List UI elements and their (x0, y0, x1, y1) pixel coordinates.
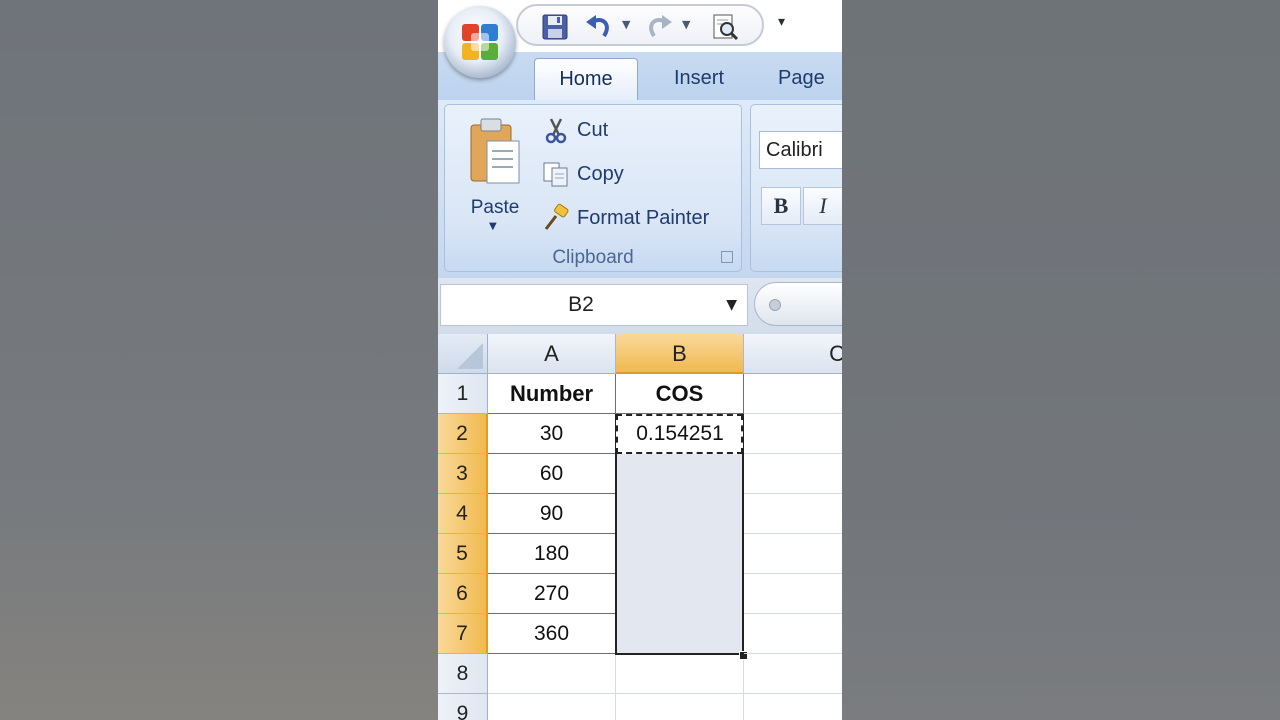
row-header-2[interactable]: 2 (438, 414, 488, 454)
left-background (0, 0, 438, 720)
tab-home[interactable]: Home (534, 58, 638, 100)
row-header-7[interactable]: 7 (438, 614, 488, 654)
cell-b2[interactable]: 0.154251 (616, 414, 744, 454)
cell-b8[interactable] (616, 654, 744, 694)
office-button[interactable] (444, 6, 516, 78)
cell-a8[interactable] (488, 654, 616, 694)
cell-a3[interactable]: 60 (488, 454, 616, 494)
tab-insert[interactable]: Insert (654, 58, 744, 100)
redo-icon[interactable] (644, 12, 674, 42)
row-header-6[interactable]: 6 (438, 574, 488, 614)
select-all-icon (457, 343, 483, 369)
redo-dropdown-icon[interactable]: ▼ (682, 18, 690, 31)
excel-window: ▼ ▼ ▾ Home Insert Page Paste ▼ Cut Copy … (438, 0, 842, 720)
clipboard-dialog-launcher-icon[interactable] (721, 251, 733, 263)
worksheet-grid: A B C 1 2 3 4 5 6 7 8 9 Number 30 60 90 … (438, 334, 842, 720)
name-box-value: B2 (568, 293, 594, 316)
office-logo-icon (462, 24, 498, 60)
bold-button[interactable]: B (761, 187, 801, 225)
print-preview-icon[interactable] (710, 12, 740, 42)
scissors-icon (545, 118, 567, 144)
formula-bar-splitter[interactable] (754, 282, 842, 326)
cell-b9[interactable] (616, 694, 744, 720)
undo-icon[interactable] (584, 12, 614, 42)
clipboard-group: Paste ▼ Cut Copy Format Painter Clipboar… (444, 104, 742, 272)
cell-c3[interactable] (744, 454, 842, 494)
cell-a4[interactable]: 90 (488, 494, 616, 534)
paintbrush-icon (544, 203, 569, 230)
undo-dropdown-icon[interactable]: ▼ (622, 18, 630, 31)
column-header-b[interactable]: B (616, 334, 744, 374)
cell-c2[interactable] (744, 414, 842, 454)
format-painter-label: Format Painter (577, 206, 710, 229)
copy-label: Copy (577, 162, 624, 185)
font-name-select[interactable]: Calibri (759, 131, 842, 169)
format-painter-button[interactable]: Format Painter (541, 201, 709, 235)
cell-a5[interactable]: 180 (488, 534, 616, 574)
cell-a7[interactable]: 360 (488, 614, 616, 654)
clipboard-group-label: Clipboard (552, 247, 634, 268)
cell-b1[interactable]: COS (616, 374, 744, 414)
cell-c1[interactable] (744, 374, 842, 414)
cell-c6[interactable] (744, 574, 842, 614)
name-box[interactable]: B2 ▼ (440, 284, 748, 326)
cell-a2[interactable]: 30 (488, 414, 616, 454)
cell-a6[interactable]: 270 (488, 574, 616, 614)
column-header-c[interactable]: C (744, 334, 842, 374)
paste-label: Paste (470, 197, 520, 218)
select-all-button[interactable] (438, 334, 488, 374)
save-icon[interactable] (540, 12, 570, 42)
cell-c7[interactable] (744, 614, 842, 654)
formula-bar: B2 ▼ (438, 278, 842, 334)
italic-button[interactable]: I (803, 187, 842, 225)
ribbon: Paste ▼ Cut Copy Format Painter Clipboar… (438, 100, 842, 278)
row-header-1[interactable]: 1 (438, 374, 488, 414)
tab-page-layout[interactable]: Page (778, 58, 842, 100)
name-box-dropdown-icon[interactable]: ▼ (726, 297, 737, 313)
right-background (842, 0, 1280, 720)
paste-dropdown-icon[interactable]: ▼ (489, 221, 497, 232)
cell-a1[interactable]: Number (488, 374, 616, 414)
row-header-4[interactable]: 4 (438, 494, 488, 534)
column-header-a[interactable]: A (488, 334, 616, 374)
row-header-3[interactable]: 3 (438, 454, 488, 494)
cell-c9[interactable] (744, 694, 842, 720)
cell-c4[interactable] (744, 494, 842, 534)
cut-label: Cut (577, 118, 609, 141)
cell-a9[interactable] (488, 694, 616, 720)
row-header-5[interactable]: 5 (438, 534, 488, 574)
paste-icon (470, 118, 520, 184)
row-header-8[interactable]: 8 (438, 654, 488, 694)
copy-button[interactable]: Copy (541, 157, 624, 191)
splitter-handle-icon (769, 299, 781, 311)
cell-c8[interactable] (744, 654, 842, 694)
row-header-9[interactable]: 9 (438, 694, 488, 720)
cell-c5[interactable] (744, 534, 842, 574)
cut-button[interactable]: Cut (541, 113, 608, 147)
copy-icon (543, 162, 568, 187)
paste-button[interactable]: Paste ▼ (463, 115, 527, 235)
font-group: Calibri B I (750, 104, 842, 272)
customize-qat-icon[interactable]: ▾ (778, 14, 785, 30)
